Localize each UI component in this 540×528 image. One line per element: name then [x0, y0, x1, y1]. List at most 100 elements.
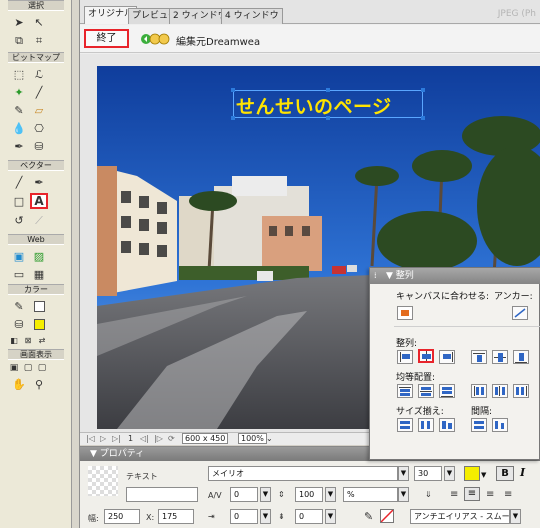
match-height-button[interactable]	[418, 418, 434, 432]
eraser-tool-icon[interactable]: ▱	[30, 102, 48, 118]
collapse-triangle-icon[interactable]: ▼	[90, 449, 100, 459]
no-color-icon[interactable]: ⊠	[22, 333, 34, 349]
zoom-field[interactable]: 100%	[238, 433, 267, 444]
text-tool-icon[interactable]: A	[30, 193, 48, 209]
leading-field[interactable]: 100	[295, 487, 323, 502]
loop-icon[interactable]: ⟳	[168, 434, 175, 443]
slice-tool-icon[interactable]: ▨	[30, 248, 48, 264]
pen-tool-icon[interactable]: ✒	[30, 174, 48, 190]
show-slices-icon[interactable]: ▦	[30, 266, 48, 282]
fill-color-swatch[interactable]	[30, 316, 48, 332]
subselect-tool-icon[interactable]: ↖	[30, 14, 48, 30]
leading-dropdown-icon[interactable]: ▼	[325, 487, 336, 502]
hotspot-tool-icon[interactable]: ▣	[10, 248, 28, 264]
collapse-triangle-icon[interactable]: ▼	[386, 271, 396, 281]
hide-slices-icon[interactable]: ▭	[10, 266, 28, 282]
play-icon[interactable]: ▷	[100, 434, 106, 443]
properties-title: プロパティ	[99, 449, 145, 459]
antialias-dropdown-icon[interactable]: ▼	[510, 509, 521, 524]
brush-tool-icon[interactable]: ╱	[30, 84, 48, 100]
canvas-text-object[interactable]: せんせいのページ	[236, 92, 392, 119]
rectangle-tool-icon[interactable]: □	[10, 193, 28, 209]
justify-icon[interactable]: ≡	[504, 489, 512, 500]
match-width-button[interactable]	[397, 418, 413, 432]
distribute-horizontal-center-button[interactable]	[492, 384, 508, 398]
scale-tool-icon[interactable]: ⧉	[10, 32, 28, 48]
distribute-left-button[interactable]	[471, 384, 487, 398]
default-colors-icon[interactable]: ◧	[8, 333, 20, 349]
space-evenly-vertical-button[interactable]	[471, 418, 487, 432]
knife-tool-icon[interactable]: ⟋	[30, 212, 48, 228]
crop-tool-icon[interactable]: ⌗	[30, 32, 48, 48]
space-after-dropdown-icon[interactable]: ▼	[325, 509, 336, 524]
toolbox-section-vector: ベクター	[8, 160, 64, 171]
first-frame-icon[interactable]: |◁	[86, 434, 95, 443]
match-width-height-button[interactable]	[439, 418, 455, 432]
align-center-button[interactable]: ≡	[464, 487, 480, 501]
indent-dropdown-icon[interactable]: ▼	[260, 509, 271, 524]
full-screen-menu-icon[interactable]: ▢	[22, 360, 34, 376]
leading-unit-dropdown-icon[interactable]: ▼	[398, 487, 409, 502]
eyedropper-icon[interactable]: ✒	[10, 138, 28, 154]
align-left-icon[interactable]: ≡	[450, 489, 458, 500]
align-bottom-edge-button[interactable]	[513, 350, 529, 364]
lasso-tool-icon[interactable]: ℒ	[30, 66, 48, 82]
pointer-tool-icon[interactable]: ➤	[10, 14, 28, 30]
pencil-tool-icon[interactable]: ✎	[10, 102, 28, 118]
kerning-field[interactable]: 0	[230, 487, 258, 502]
width-field[interactable]: 250	[104, 509, 140, 524]
zoom-dropdown-icon[interactable]: ⌄	[266, 434, 273, 443]
tab-4-window[interactable]: 4 ウィンドウ	[221, 8, 283, 24]
distribute-top-button[interactable]	[397, 384, 413, 398]
align-right-edge-button[interactable]	[439, 350, 455, 364]
swap-colors-icon[interactable]: ⇄	[36, 333, 48, 349]
text-fill-color-swatch[interactable]	[464, 466, 480, 481]
align-horizontal-center-button[interactable]	[418, 349, 434, 363]
rubber-stamp-icon[interactable]: ⎔	[30, 120, 48, 136]
freeform-tool-icon[interactable]: ↺	[10, 212, 28, 228]
zoom-tool-icon[interactable]: ⚲	[30, 376, 48, 392]
hand-tool-icon[interactable]: ✋	[10, 376, 28, 392]
align-title-bar[interactable]: ⁞ ▼ 整列	[370, 268, 540, 284]
stroke-color-box[interactable]	[380, 509, 394, 523]
panel-divider[interactable]	[72, 0, 80, 528]
fit-to-canvas-button[interactable]	[397, 306, 413, 320]
stroke-color-swatch[interactable]	[30, 298, 48, 314]
bold-button[interactable]: B	[496, 466, 514, 481]
font-size-dropdown-icon[interactable]: ▼	[444, 466, 455, 481]
space-evenly-horizontal-button[interactable]	[492, 418, 508, 432]
x-field[interactable]: 175	[158, 509, 194, 524]
italic-button[interactable]: I	[520, 466, 525, 479]
panel-grip-icon[interactable]: ⁞	[374, 268, 377, 284]
distribute-right-button[interactable]	[513, 384, 529, 398]
blur-tool-icon[interactable]: 💧	[10, 120, 28, 136]
magic-wand-icon[interactable]: ✦	[10, 84, 28, 100]
font-size-field[interactable]: 30	[414, 466, 442, 481]
done-button[interactable]: 終了	[84, 29, 129, 48]
full-screen-icon[interactable]: ▢	[36, 360, 48, 376]
distribute-vertical-center-button[interactable]	[418, 384, 434, 398]
object-name-field[interactable]	[126, 487, 198, 502]
align-top-edge-button[interactable]	[471, 350, 487, 364]
standard-screen-icon[interactable]: ▣	[8, 360, 20, 376]
prev-frame-icon[interactable]: ◁|	[140, 434, 149, 443]
distribute-bottom-button[interactable]	[439, 384, 455, 398]
space-after-field[interactable]: 0	[295, 509, 323, 524]
align-left-edge-button[interactable]	[397, 350, 413, 364]
fill-color-dropdown-icon[interactable]: ▼	[481, 471, 486, 479]
anchor-button[interactable]	[512, 306, 528, 320]
align-right-icon[interactable]: ≡	[486, 489, 494, 500]
font-family-select[interactable]: メイリオ	[208, 466, 398, 481]
kerning-dropdown-icon[interactable]: ▼	[260, 487, 271, 502]
indent-field[interactable]: 0	[230, 509, 258, 524]
line-tool-icon[interactable]: ╱	[10, 174, 28, 190]
font-family-dropdown-icon[interactable]: ▼	[398, 466, 409, 481]
marquee-tool-icon[interactable]: ⬚	[10, 66, 28, 82]
leading-unit-select[interactable]: %	[343, 487, 398, 502]
antialias-select[interactable]: アンチエイリアス - スムーズ	[410, 509, 510, 524]
last-frame-icon[interactable]: ▷|	[112, 434, 121, 443]
align-vertical-center-button[interactable]	[492, 350, 508, 364]
paint-bucket-icon[interactable]: ⛁	[30, 138, 48, 154]
canvas-size-field[interactable]: 600 x 450	[182, 433, 229, 444]
next-frame-icon[interactable]: |▷	[154, 434, 163, 443]
